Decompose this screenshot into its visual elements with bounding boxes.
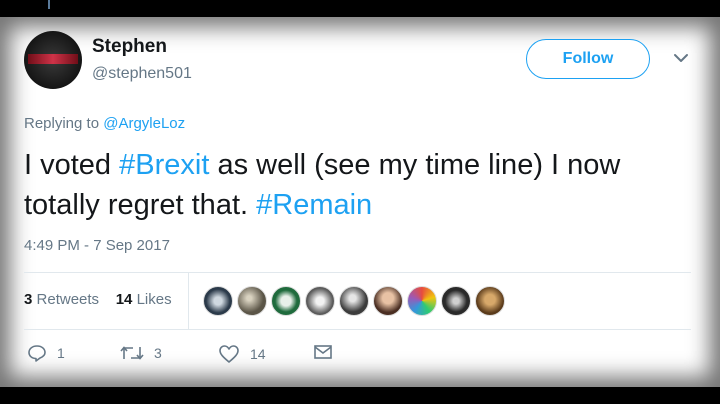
likes-count: 14 — [115, 291, 133, 308]
tweet-text-part1: I voted — [24, 149, 120, 181]
engagement-stats: 3 Retweets 14 Likes — [24, 291, 172, 308]
top-edge-marker — [48, 0, 50, 9]
like-count: 14 — [250, 346, 266, 362]
divider-top — [24, 272, 691, 273]
tweet-card: Stephen @stephen501 Follow Replying to @… — [0, 17, 720, 387]
retweets-count: 3 — [24, 291, 33, 308]
retweet-count: 3 — [154, 345, 162, 361]
retweet-action[interactable]: 3 — [120, 344, 162, 362]
avatar[interactable] — [24, 31, 82, 89]
reply-icon — [28, 345, 46, 362]
liker-avatar[interactable] — [339, 286, 369, 316]
stats-divider — [188, 273, 189, 329]
divider-bottom — [24, 329, 691, 330]
likes-label: Likes — [136, 291, 172, 308]
envelope-icon — [314, 345, 332, 359]
tweet-actions: 1 3 14 — [0, 344, 720, 370]
reply-mention-link[interactable]: @ArgyleLoz — [103, 115, 185, 132]
liker-avatar[interactable] — [305, 286, 335, 316]
liker-avatar[interactable] — [441, 286, 471, 316]
liker-avatar[interactable] — [475, 286, 505, 316]
liker-avatar[interactable] — [237, 286, 267, 316]
user-name[interactable]: Stephen — [92, 36, 167, 58]
reply-count: 1 — [57, 345, 65, 361]
user-handle[interactable]: @stephen501 — [92, 65, 192, 83]
retweet-icon — [120, 346, 144, 360]
tweet-timestamp[interactable]: 4:49 PM - 7 Sep 2017 — [24, 237, 170, 254]
liker-avatars — [203, 286, 505, 316]
follow-button[interactable]: Follow — [526, 39, 650, 79]
liker-avatar[interactable] — [203, 286, 233, 316]
retweets-label: Retweets — [36, 291, 100, 308]
retweets-stat[interactable]: 3 Retweets — [24, 291, 99, 308]
message-action[interactable] — [313, 344, 333, 360]
hashtag-brexit[interactable]: #Brexit — [119, 149, 209, 181]
chevron-down-icon[interactable] — [672, 51, 690, 65]
reply-action[interactable]: 1 — [27, 344, 65, 362]
replying-prefix: Replying to — [24, 115, 104, 132]
liker-avatar[interactable] — [407, 286, 437, 316]
hashtag-remain[interactable]: #Remain — [256, 189, 372, 221]
heart-icon — [219, 345, 239, 363]
liker-avatar[interactable] — [373, 286, 403, 316]
like-action[interactable]: 14 — [218, 344, 266, 364]
likes-stat[interactable]: 14 Likes — [116, 291, 172, 308]
liker-avatar[interactable] — [271, 286, 301, 316]
replying-to: Replying to @ArgyleLoz — [24, 115, 185, 132]
tweet-text: I voted #Brexit as well (see my time lin… — [24, 145, 684, 225]
